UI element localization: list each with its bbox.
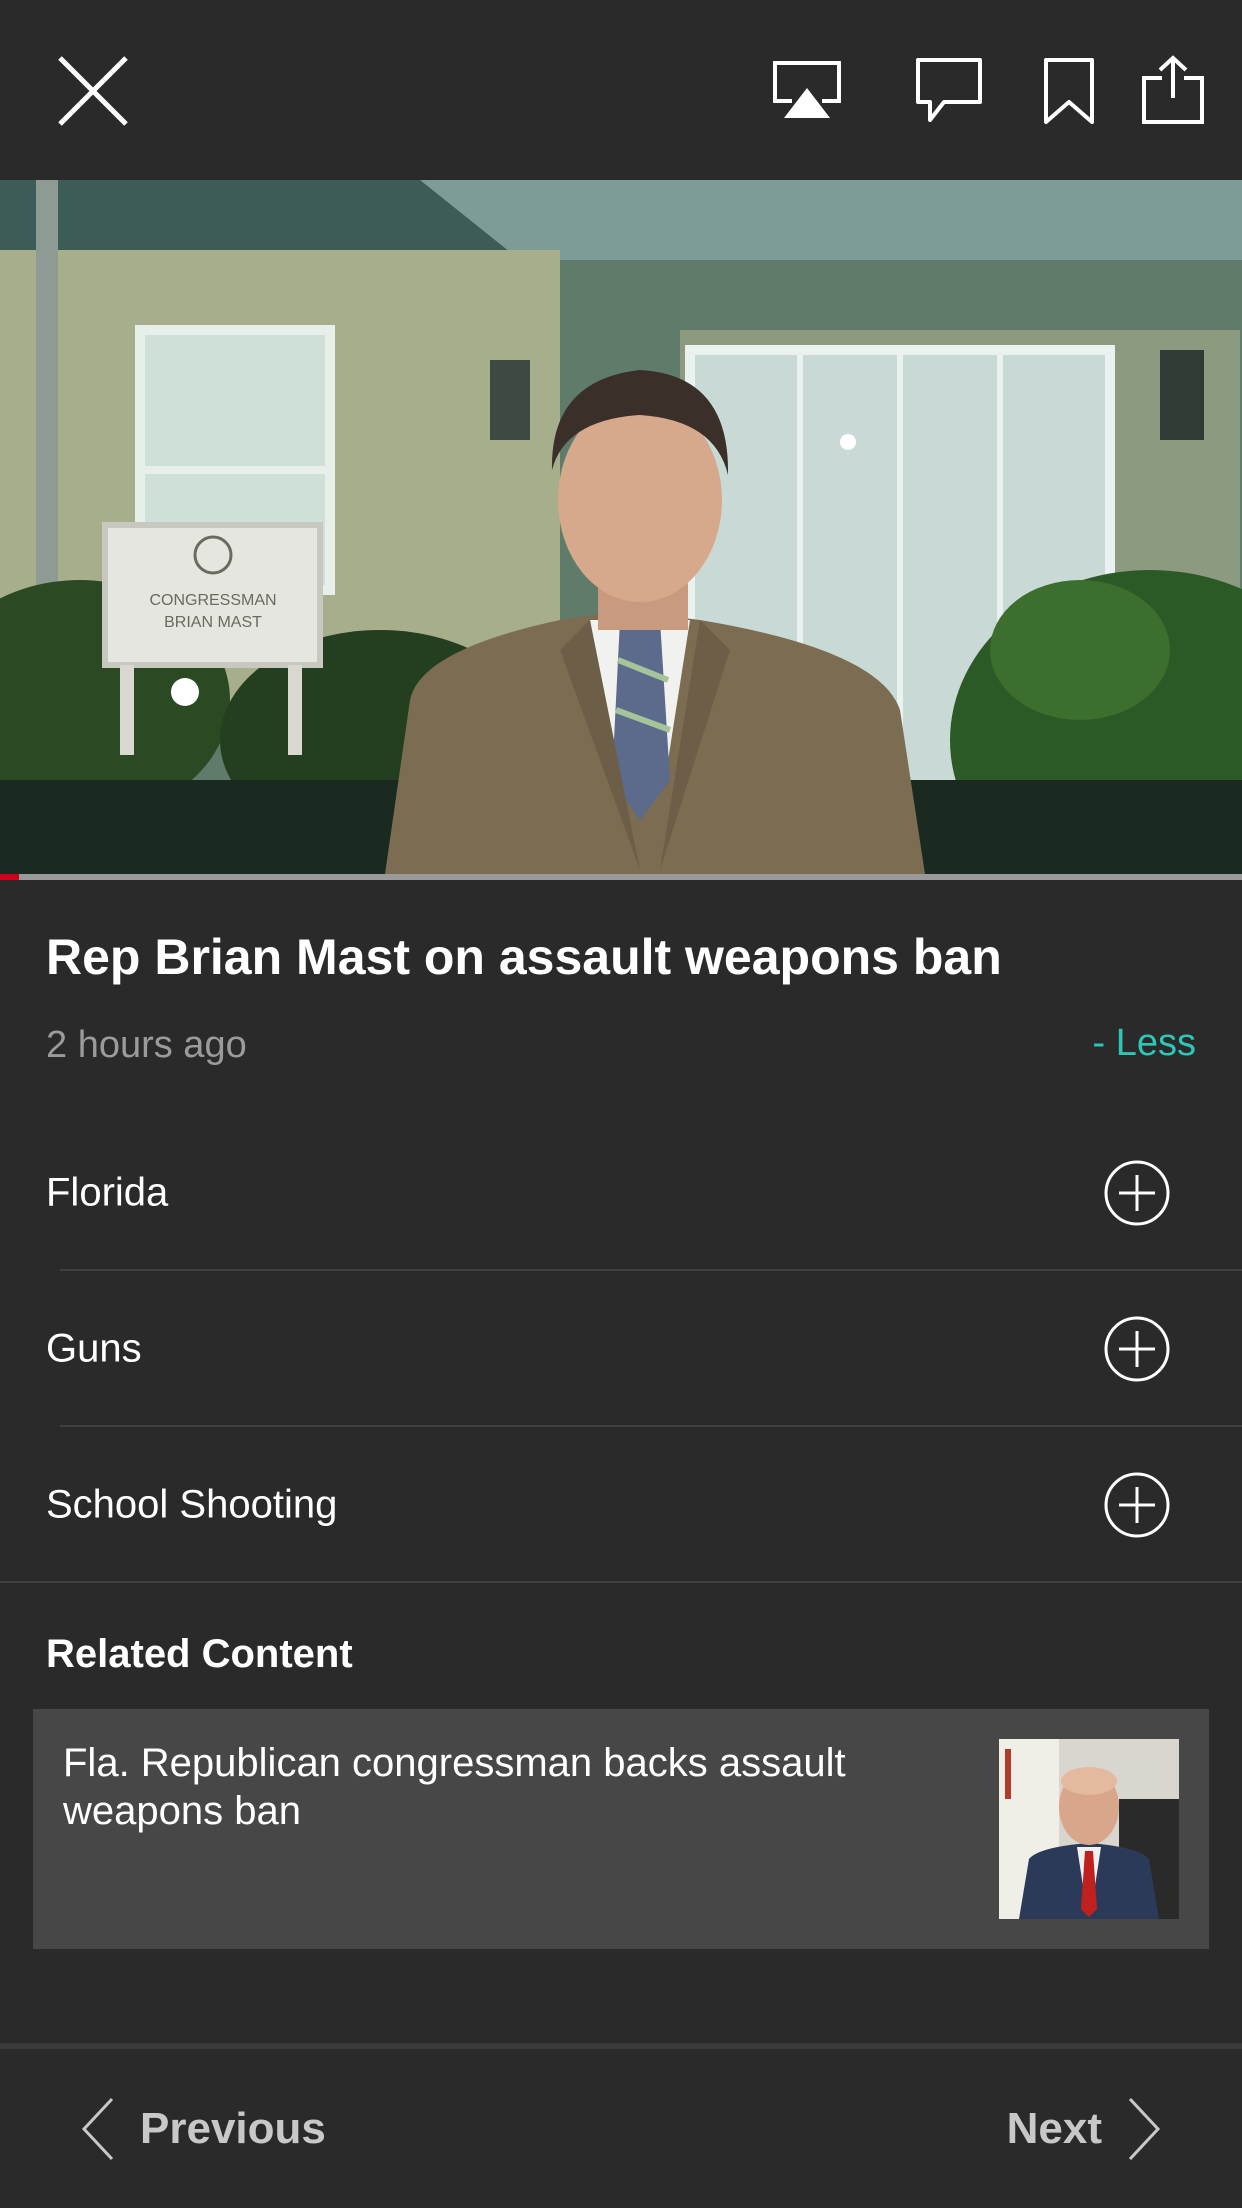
sign-line-2: BRIAN MAST bbox=[164, 614, 262, 631]
airplay-icon[interactable] bbox=[772, 60, 842, 122]
previous-label: Previous bbox=[140, 2103, 326, 2153]
previous-button[interactable]: Previous bbox=[80, 2049, 326, 2208]
topic-label: Florida bbox=[46, 1170, 169, 1215]
related-content-heading: Related Content bbox=[46, 1632, 353, 1676]
topic-label: School Shooting bbox=[46, 1482, 338, 1527]
next-label: Next bbox=[1006, 2103, 1102, 2153]
video-player[interactable]: CONGRESSMAN BRIAN MAST bbox=[0, 180, 1242, 874]
video-frame: CONGRESSMAN BRIAN MAST bbox=[0, 180, 1242, 874]
video-title: Rep Brian Mast on assault weapons ban bbox=[46, 929, 1002, 985]
less-toggle-link[interactable]: - Less bbox=[1093, 1022, 1196, 1065]
next-button[interactable]: Next bbox=[1007, 2049, 1162, 2208]
comment-icon[interactable] bbox=[914, 56, 984, 124]
close-icon[interactable] bbox=[56, 54, 130, 128]
video-progress-fill bbox=[0, 874, 19, 880]
related-item-card[interactable]: Fla. Republican congressman backs assaul… bbox=[33, 1709, 1209, 1949]
plus-circle-icon[interactable] bbox=[1103, 1159, 1171, 1227]
sign-line-1: CONGRESSMAN bbox=[149, 592, 276, 609]
divider bbox=[0, 1581, 1242, 1583]
video-progress-bar[interactable] bbox=[0, 874, 1242, 880]
bottom-navigation-bar: Previous Next bbox=[0, 2049, 1242, 2208]
topic-row-guns[interactable]: Guns bbox=[0, 1271, 1242, 1427]
bookmark-icon[interactable] bbox=[1042, 56, 1096, 126]
timestamp: 2 hours ago bbox=[46, 1024, 247, 1066]
chevron-right-icon bbox=[1128, 2097, 1161, 2160]
share-icon[interactable] bbox=[1140, 54, 1206, 126]
topic-row-florida[interactable]: Florida bbox=[0, 1115, 1242, 1271]
plus-circle-icon[interactable] bbox=[1103, 1471, 1171, 1539]
top-bar bbox=[0, 0, 1242, 180]
plus-circle-icon[interactable] bbox=[1103, 1315, 1171, 1383]
topic-row-school-shooting[interactable]: School Shooting bbox=[0, 1427, 1242, 1583]
chevron-left-icon bbox=[81, 2097, 114, 2160]
related-item-thumbnail bbox=[999, 1739, 1179, 1919]
related-item-title: Fla. Republican congressman backs assaul… bbox=[63, 1741, 846, 1833]
topic-label: Guns bbox=[46, 1326, 142, 1371]
